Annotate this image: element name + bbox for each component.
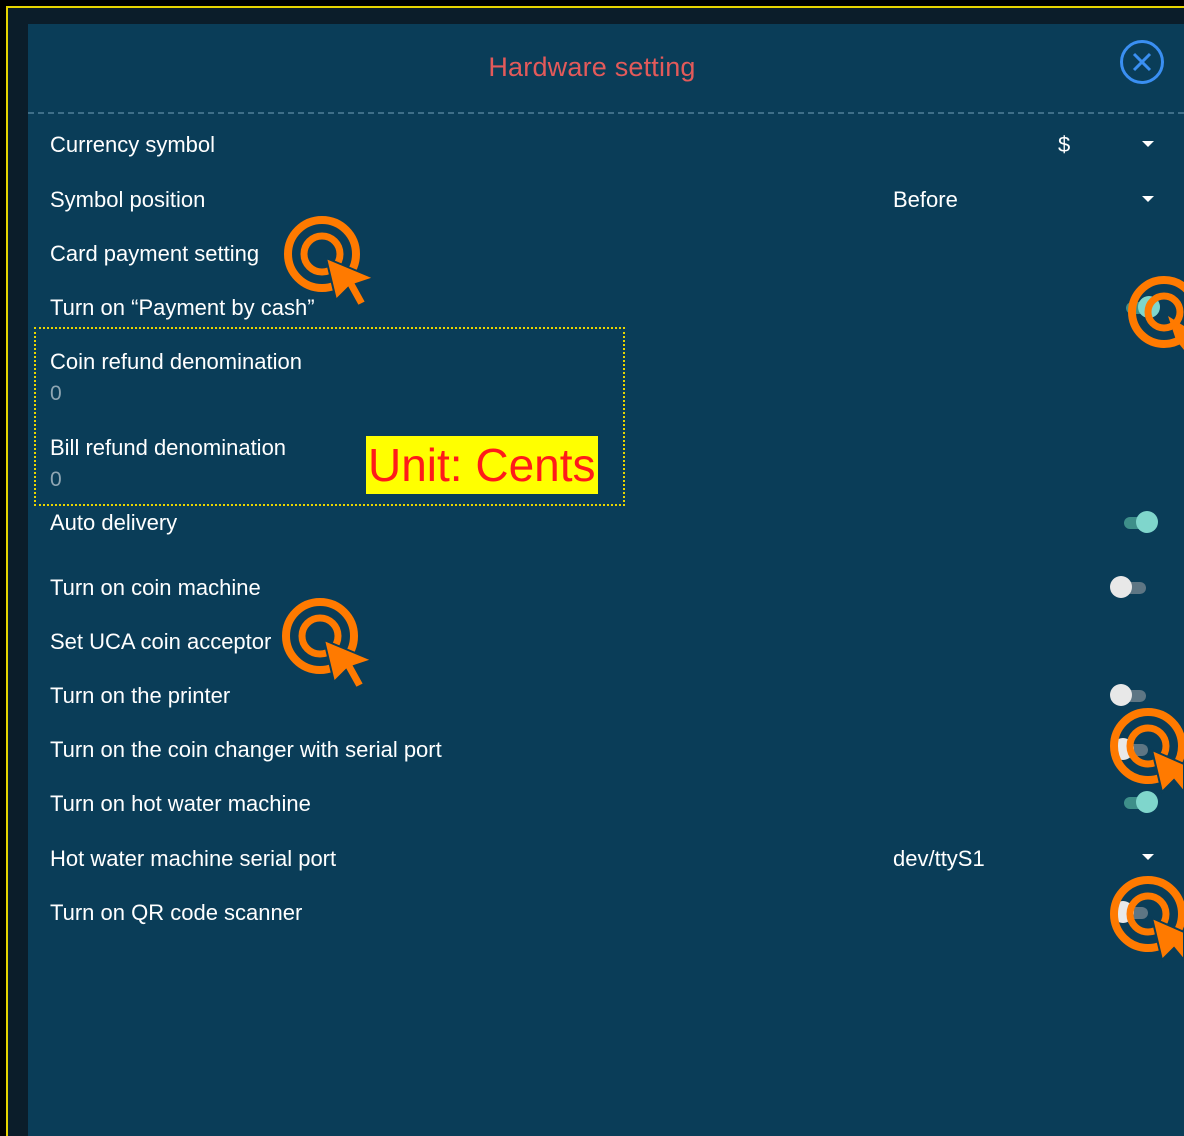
hot-water-serial-port-label: Hot water machine serial port	[50, 846, 337, 871]
tap-indicator-icon	[284, 216, 377, 308]
toggle-knob	[1110, 576, 1132, 598]
hot-water-serial-port-select[interactable]: dev/ttyS1	[893, 846, 985, 872]
currency-symbol-select[interactable]: $	[1058, 132, 1070, 158]
tap-indicator-icon	[282, 598, 375, 690]
uca-coin-acceptor-item[interactable]: Set UCA coin acceptor	[50, 629, 271, 655]
toggle-knob	[1110, 684, 1132, 706]
auto-delivery-toggle[interactable]	[1118, 509, 1158, 535]
tap-indicator-icon	[1128, 276, 1184, 350]
tap-indicator-icon	[1110, 708, 1184, 794]
unit-note: Unit: Cents	[366, 436, 598, 494]
qr-code-scanner-label: Turn on QR code scanner	[50, 900, 303, 925]
card-payment-setting-item[interactable]: Card payment setting	[50, 241, 259, 267]
printer-toggle[interactable]	[1110, 682, 1150, 708]
caret-down-icon[interactable]	[1142, 196, 1154, 202]
hot-water-machine-label: Turn on hot water machine	[50, 791, 311, 816]
payment-by-cash-label: Turn on “Payment by cash”	[50, 295, 315, 320]
coin-machine-toggle[interactable]	[1110, 574, 1150, 600]
coin-changer-serial-label: Turn on the coin changer with serial por…	[50, 737, 442, 762]
header-divider	[28, 112, 1184, 114]
symbol-position-select[interactable]: Before	[893, 187, 958, 213]
caret-down-icon[interactable]	[1142, 141, 1154, 147]
dialog-title: Hardware setting	[488, 52, 696, 82]
symbol-position-label: Symbol position	[50, 187, 206, 212]
toggle-knob	[1136, 511, 1158, 533]
coin-machine-label: Turn on coin machine	[50, 575, 261, 600]
tap-indicator-icon	[1110, 876, 1184, 962]
currency-symbol-label: Currency symbol	[50, 132, 216, 157]
printer-label: Turn on the printer	[50, 683, 231, 708]
auto-delivery-label: Auto delivery	[50, 510, 178, 535]
close-icon	[1132, 52, 1152, 72]
caret-down-icon[interactable]	[1142, 854, 1154, 860]
close-button[interactable]	[1120, 40, 1164, 84]
